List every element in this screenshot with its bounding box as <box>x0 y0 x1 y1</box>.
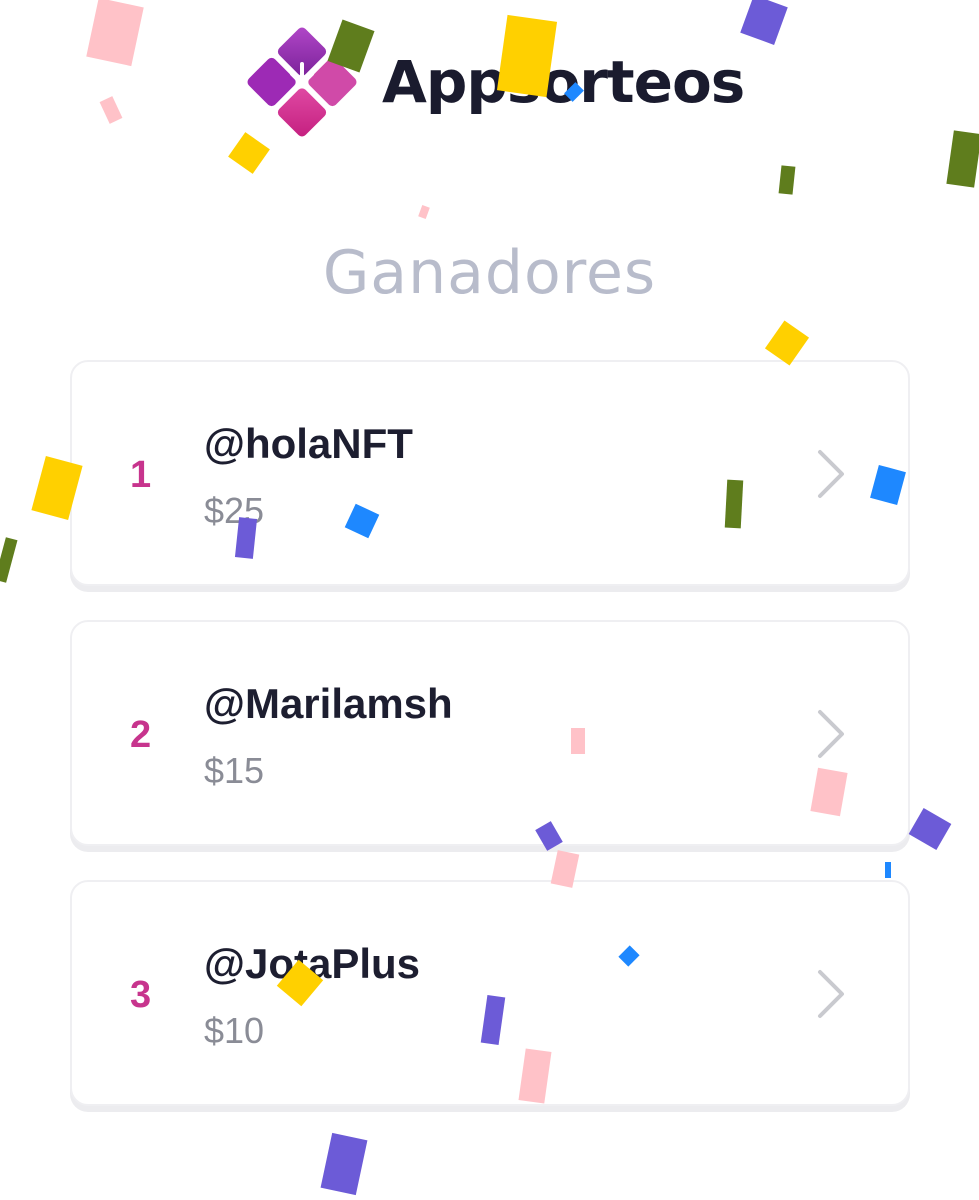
confetti-piece <box>418 204 430 220</box>
winner-card-3[interactable]: 3 @JotaPlus $10 <box>70 880 910 1106</box>
header: Appsorteos <box>0 0 979 160</box>
winner-prize: $15 <box>204 750 265 791</box>
logo-text: Appsorteos <box>382 48 745 116</box>
winner-handle: @holaNFT <box>204 420 413 467</box>
winner-rank: 3 <box>130 974 152 1016</box>
appsorteos-logo-icon <box>244 24 360 140</box>
confetti-piece <box>320 1132 368 1196</box>
chevron-right-icon[interactable] <box>812 448 852 500</box>
winner-handle: @JotaPlus <box>204 940 421 987</box>
page-title: Ganadores <box>322 238 657 308</box>
confetti-piece <box>0 537 18 583</box>
confetti-piece <box>908 808 952 850</box>
chevron-right-icon[interactable] <box>812 968 852 1020</box>
winner-card-2[interactable]: 2 @Marilamsh $15 <box>70 620 910 846</box>
winner-handle: @Marilamsh <box>204 680 453 727</box>
winner-card-1[interactable]: 1 @holaNFT $25 <box>70 360 910 586</box>
chevron-right-icon[interactable] <box>812 708 852 760</box>
winner-prize: $25 <box>204 490 265 531</box>
app-logo: Appsorteos <box>244 24 745 140</box>
winner-rank: 2 <box>130 714 152 756</box>
confetti-piece <box>778 165 796 195</box>
winner-rank: 1 <box>130 454 152 496</box>
winner-prize: $10 <box>204 1010 265 1051</box>
confetti-piece <box>764 320 810 366</box>
winner-list: 1 @holaNFT $25 2 @Marilamsh $15 3 @JotaP… <box>70 360 910 1140</box>
